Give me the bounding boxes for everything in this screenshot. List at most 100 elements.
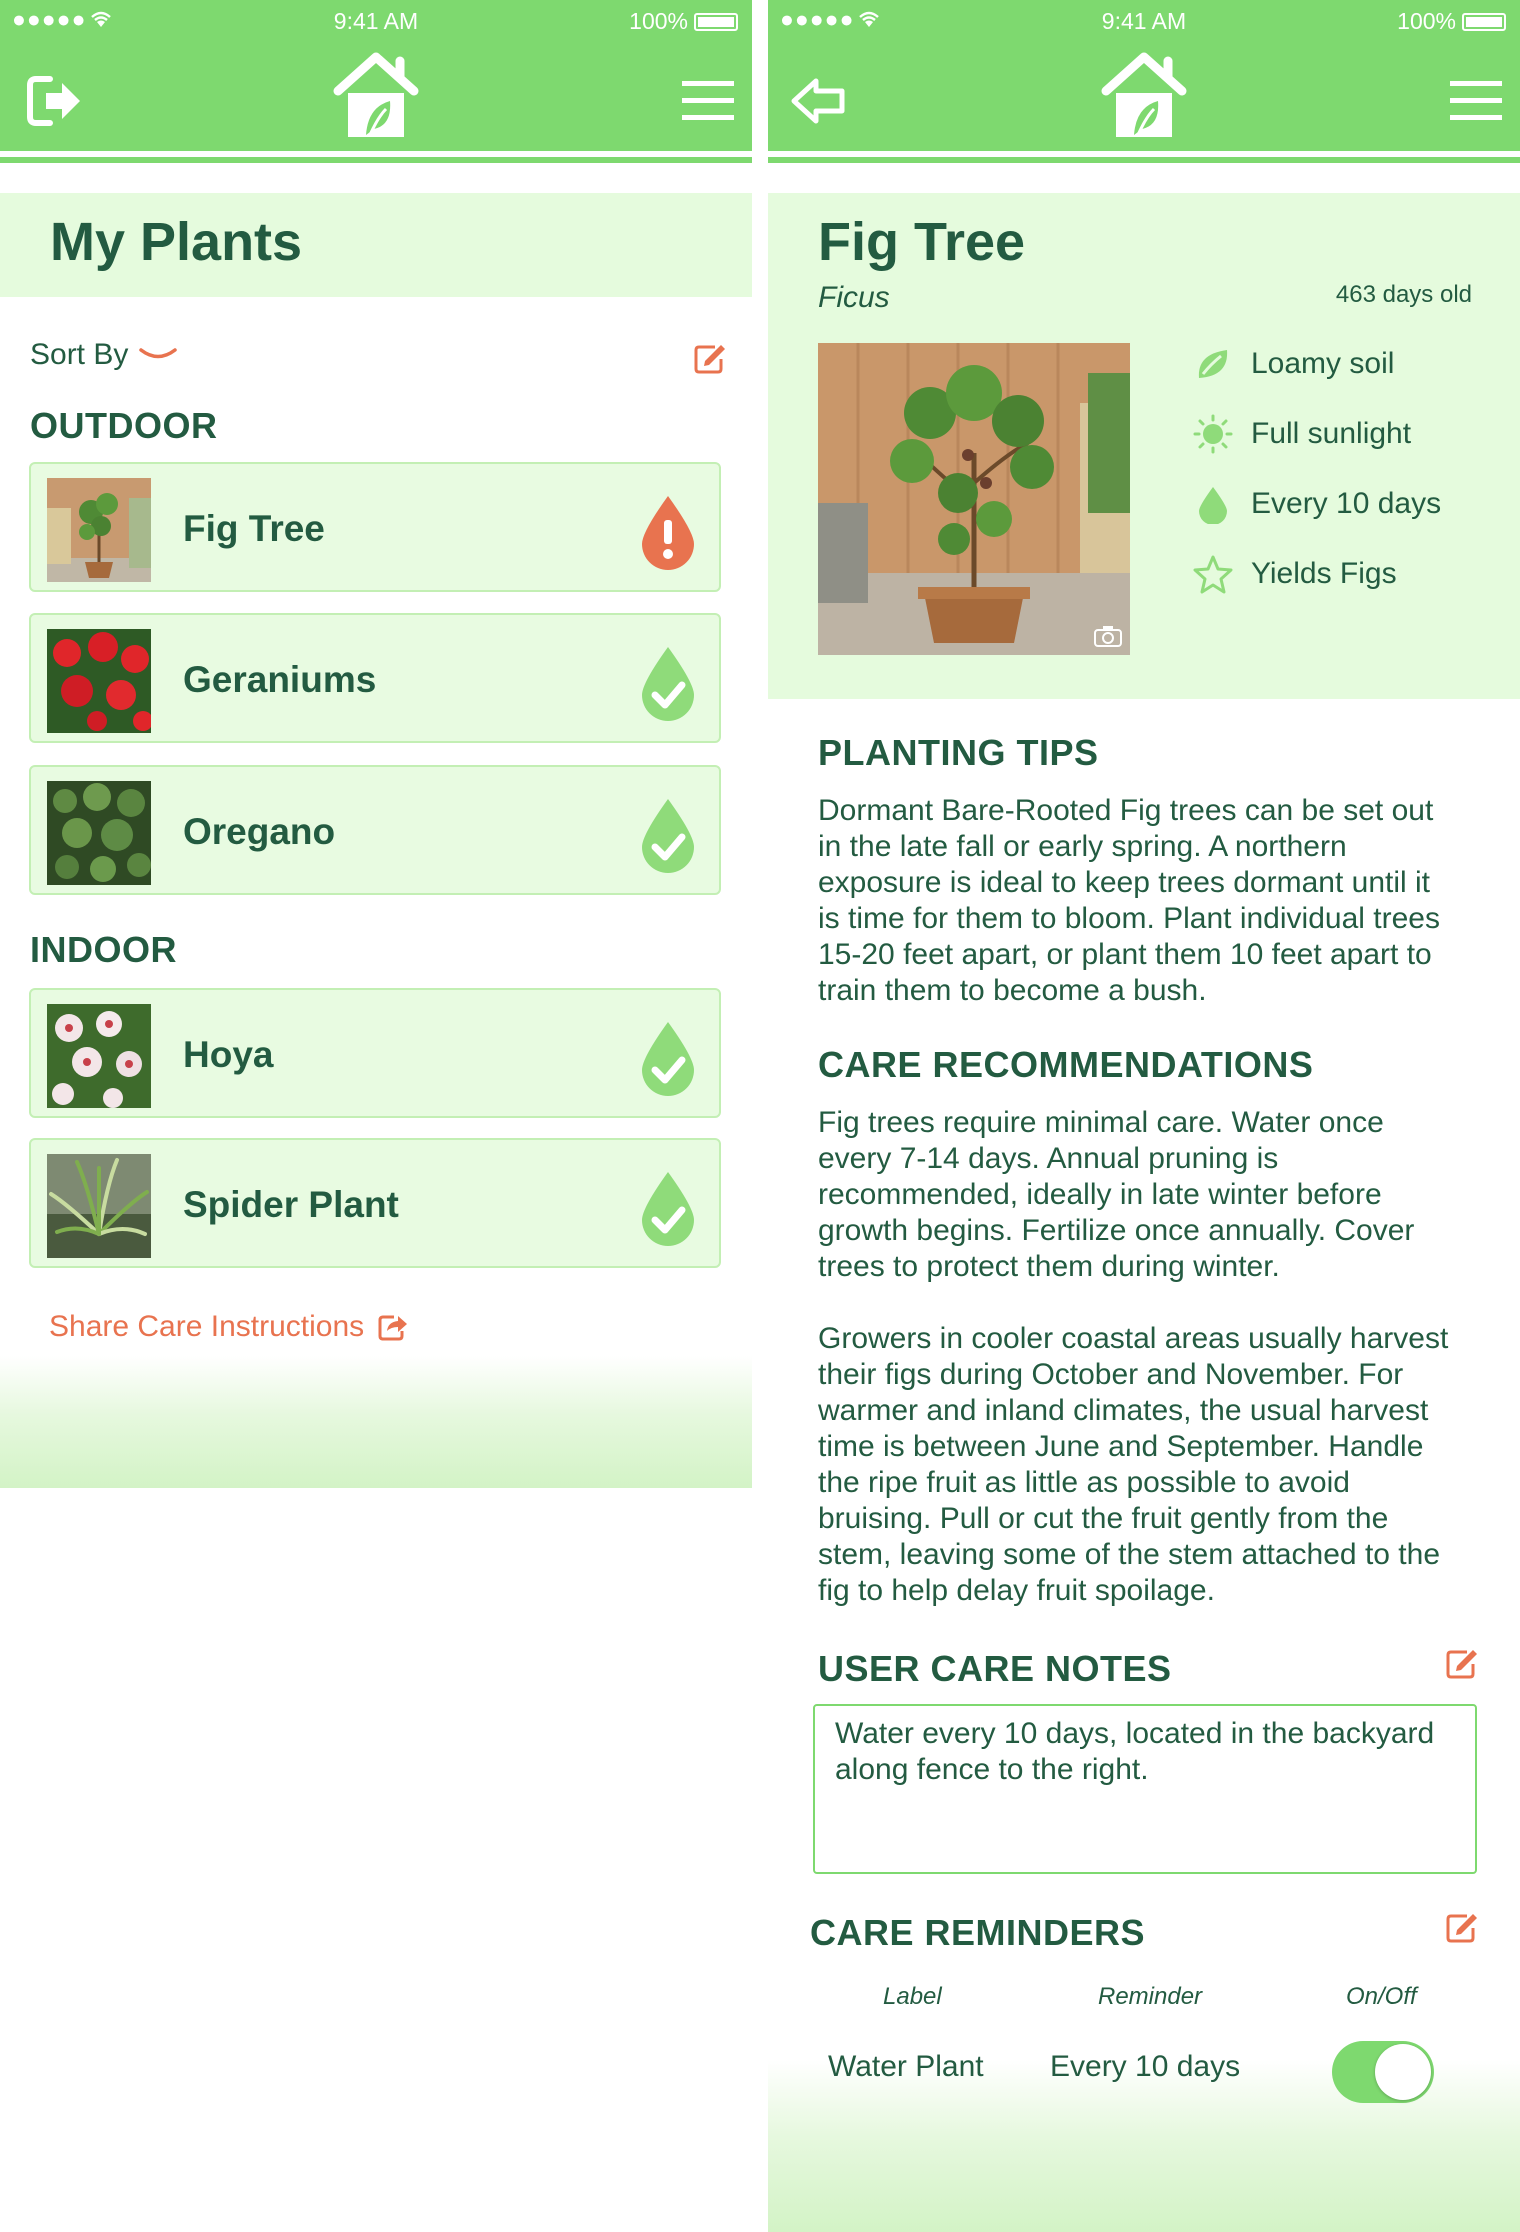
sort-dropdown[interactable]: Sort By (30, 338, 178, 372)
user-care-notes-field[interactable]: Water every 10 days, located in the back… (813, 1704, 1477, 1874)
alert-drop-icon (642, 496, 694, 570)
toggle-knob (1375, 2044, 1431, 2100)
battery-icon (1462, 12, 1506, 31)
user-care-notes-header: USER CARE NOTES (818, 1648, 1172, 1689)
text-line: train them to become a bush. (818, 974, 1207, 1007)
text-line: Dormant Bare-Rooted Fig trees can be set… (818, 794, 1434, 827)
menu-icon[interactable] (1448, 79, 1504, 123)
planting-tips-text: Dormant Bare-Rooted Fig trees can be set… (818, 793, 1498, 1009)
text-line: Fig trees require minimal care. Water on… (818, 1106, 1384, 1139)
plant-title: Fig Tree (818, 212, 1026, 272)
plant-latin-name: Ficus (818, 281, 890, 314)
plant-detail-screen: ●●●●● 9:41 AM 100% Fig Tree Ficus 463 da… (768, 0, 1520, 2232)
care-reminders-header: CARE REMINDERS (810, 1912, 1146, 1953)
plant-header-panel: Fig Tree Ficus 463 days old Loamy soil F… (768, 193, 1520, 699)
footer-gradient (0, 1356, 752, 1488)
text-line: recommended, ideally in late winter befo… (818, 1178, 1382, 1211)
nav-bar (0, 41, 752, 163)
star-icon (1193, 555, 1233, 594)
planting-tips-header: PLANTING TIPS (818, 732, 1099, 773)
attr-soil-label: Loamy soil (1251, 347, 1395, 380)
reminder-col-label: Label (883, 1983, 942, 2010)
share-icon (378, 1315, 408, 1341)
harvest-text: Growers in cooler coastal areas usually … (818, 1321, 1498, 1609)
outdoor-header: OUTDOOR (30, 405, 218, 446)
nav-bar (768, 41, 1520, 163)
plant-card-fig-tree[interactable]: Fig Tree (29, 462, 721, 592)
battery-percent: 100% (1397, 8, 1456, 34)
plant-card-spider-plant[interactable]: Spider Plant (29, 1138, 721, 1268)
plant-name: Geraniums (183, 659, 377, 700)
water-drop-icon (1199, 487, 1227, 524)
text-line: bruising. Pull or cut the fruit gently f… (818, 1502, 1389, 1535)
care-recommendations-header: CARE RECOMMENDATIONS (818, 1044, 1314, 1085)
text-line: trees to protect them during winter. (818, 1250, 1280, 1283)
status-bar: ●●●●● ︎ 9:41 AM 100% (0, 0, 752, 41)
sun-icon (1193, 414, 1233, 454)
ok-drop-icon (642, 1172, 694, 1246)
plant-photo[interactable] (818, 343, 1130, 655)
attr-sun-label: Full sunlight (1251, 417, 1412, 450)
share-care-link[interactable]: Share Care Instructions (49, 1310, 408, 1344)
attr-yield: Yields Figs (1193, 552, 1397, 596)
indoor-header: INDOOR (30, 929, 177, 970)
plant-card-hoya[interactable]: Hoya (29, 988, 721, 1118)
my-plants-screen: ●●●●● ︎ 9:41 AM 100% My Plants Sort By O… (0, 0, 752, 2232)
fig-tree-thumbnail (47, 478, 151, 582)
attr-sun: Full sunlight (1193, 412, 1411, 456)
edit-reminders-icon[interactable] (1445, 1910, 1479, 1944)
text-line: their figs during October and November. … (818, 1358, 1404, 1391)
text-line: in the late fall or early spring. A nort… (818, 830, 1347, 863)
battery-percent: 100% (629, 8, 688, 34)
text-line: is time for them to bloom. Plant individ… (818, 902, 1440, 935)
page-title: My Plants (50, 212, 303, 272)
text-line: every 7-14 days. Annual pruning is (818, 1142, 1279, 1175)
back-arrow-icon[interactable] (788, 71, 848, 131)
care-recommendations-text: Fig trees require minimal care. Water on… (818, 1105, 1498, 1285)
text-line: stem, leaving some of the stem attached … (818, 1538, 1441, 1571)
battery-indicator: 100% (1397, 8, 1506, 35)
spider-plant-thumbnail (47, 1154, 151, 1258)
text-line: 15-20 feet apart, or plant them 10 feet … (818, 938, 1432, 971)
plant-age: 463 days old (1335, 281, 1472, 308)
reminder-col-reminder: Reminder (1098, 1983, 1203, 2010)
battery-indicator: 100% (629, 8, 738, 35)
fig-tree-photo (818, 343, 1130, 655)
chevron-down-icon (139, 348, 178, 359)
reminder-col-toggle: On/Off (1346, 1983, 1417, 2010)
attr-water: Every 10 days (1193, 482, 1441, 526)
ok-drop-icon (642, 1022, 694, 1096)
text-line: time is between June and September. Hand… (818, 1430, 1424, 1463)
logout-icon[interactable] (24, 71, 84, 131)
leaf-soil-icon (1198, 350, 1228, 378)
hoya-thumbnail (47, 1004, 151, 1108)
title-banner: My Plants (0, 193, 752, 297)
ok-drop-icon (642, 647, 694, 721)
status-bar: ●●●●● 9:41 AM 100% (768, 0, 1520, 41)
text-line: warmer and inland climates, the usual ha… (818, 1394, 1429, 1427)
home-logo-icon[interactable] (330, 51, 422, 139)
text-line: Growers in cooler coastal areas usually … (818, 1322, 1449, 1355)
edit-notes-icon[interactable] (1445, 1646, 1479, 1680)
share-label: Share Care Instructions (49, 1310, 365, 1343)
edit-icon[interactable] (693, 341, 727, 375)
attr-yield-label: Yields Figs (1251, 557, 1397, 590)
plant-name: Hoya (183, 1034, 274, 1075)
reminder-frequency: Every 10 days (1050, 2050, 1241, 2083)
plant-card-oregano[interactable]: Oregano (29, 765, 721, 895)
menu-icon[interactable] (680, 79, 736, 123)
camera-icon[interactable] (1094, 625, 1122, 647)
text-line: fig to help delay fruit spoilage. (818, 1574, 1215, 1607)
reminder-toggle[interactable] (1332, 2041, 1434, 2103)
attr-water-label: Every 10 days (1251, 487, 1442, 520)
ok-drop-icon (642, 799, 694, 873)
text-line: the ripe fruit as little as possible to … (818, 1466, 1350, 1499)
plant-card-geraniums[interactable]: Geraniums (29, 613, 721, 743)
plant-name: Oregano (183, 811, 336, 852)
text-line: growth begins. Fertilize once annually. … (818, 1214, 1415, 1247)
reminder-label: Water Plant (828, 2050, 984, 2083)
text-line: exposure is ideal to keep trees dormant … (818, 866, 1430, 899)
plant-name: Spider Plant (183, 1184, 399, 1225)
home-logo-icon[interactable] (1098, 51, 1190, 139)
sort-label: Sort By (30, 338, 129, 371)
